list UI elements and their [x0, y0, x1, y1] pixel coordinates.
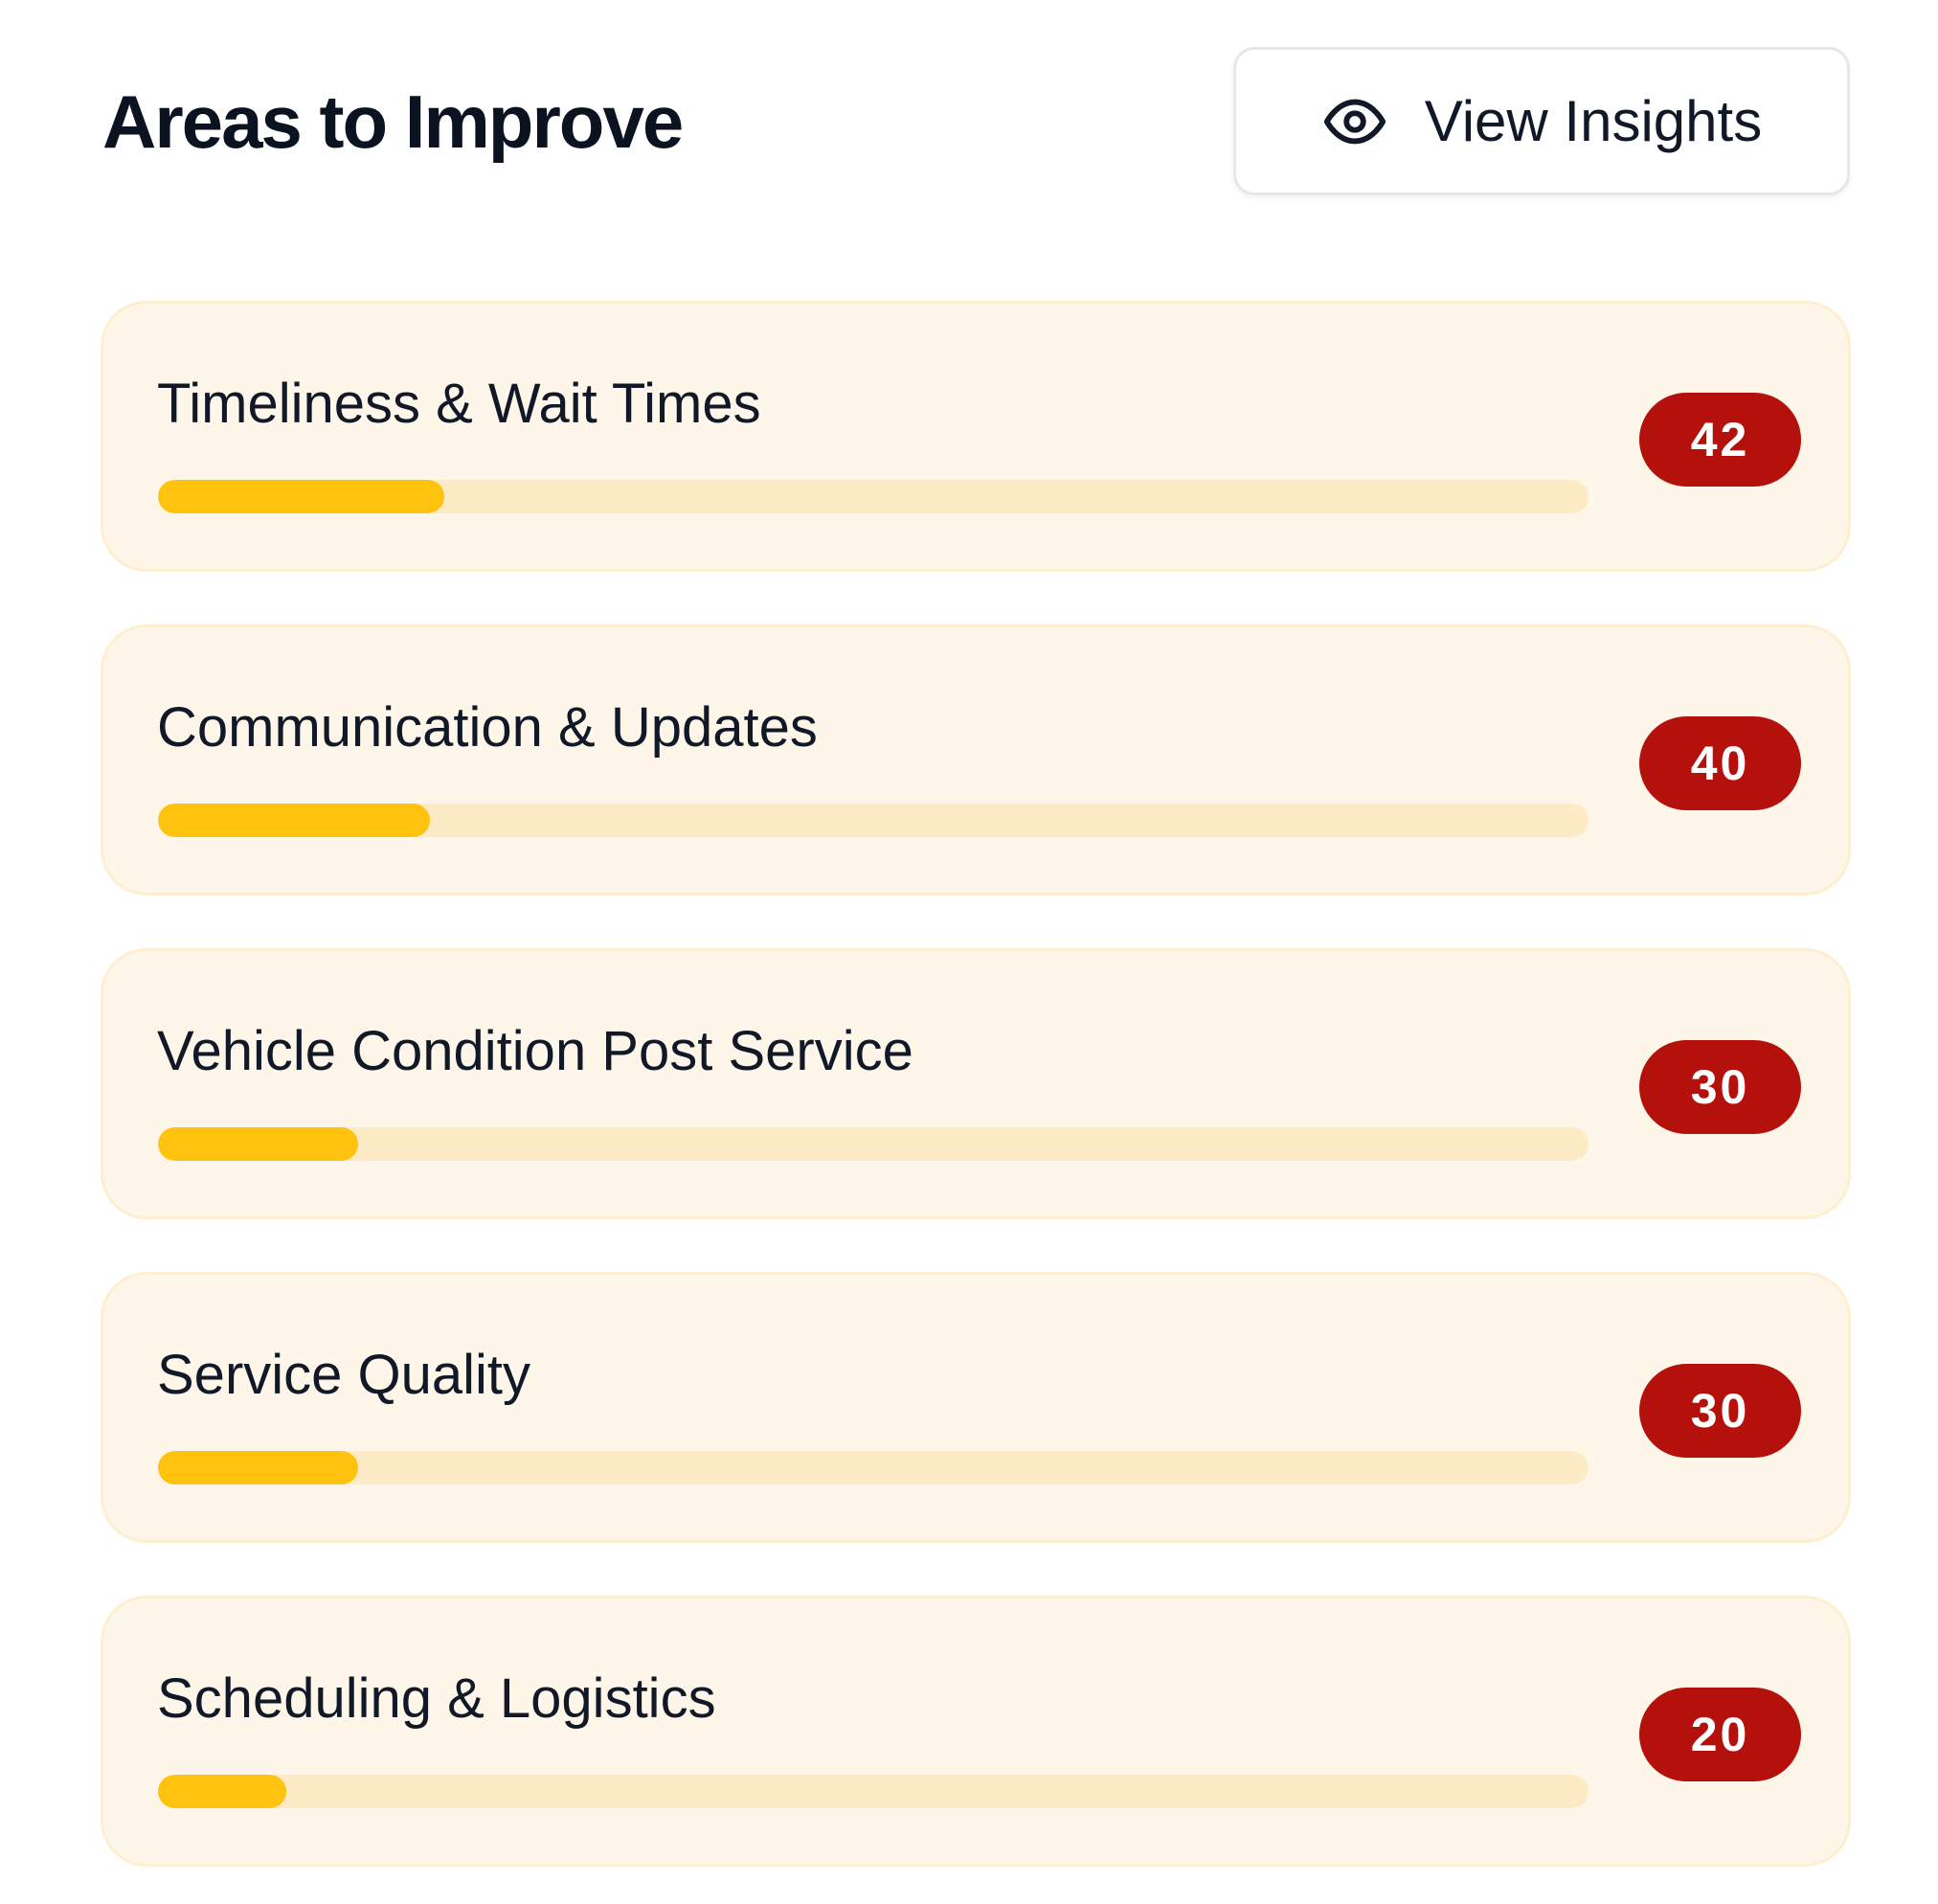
improvement-item[interactable]: Scheduling & Logistics 20: [101, 1596, 1851, 1867]
progress-track: [158, 1775, 1589, 1808]
progress-track: [158, 1127, 1589, 1161]
progress-fill: [158, 804, 430, 837]
item-label: Communication & Updates: [157, 696, 818, 759]
item-label: Vehicle Condition Post Service: [157, 1020, 913, 1082]
progress-track: [158, 1451, 1589, 1485]
count-badge: 30: [1639, 1040, 1801, 1134]
item-label: Service Quality: [157, 1344, 531, 1406]
count-badge: 40: [1639, 716, 1801, 810]
count-badge: 30: [1639, 1364, 1801, 1458]
count-badge: 42: [1639, 393, 1801, 487]
progress-fill: [158, 1775, 287, 1808]
progress-fill: [158, 1127, 359, 1161]
view-insights-button[interactable]: View Insights: [1233, 47, 1850, 195]
item-label: Timeliness & Wait Times: [157, 373, 761, 435]
progress-fill: [158, 1451, 359, 1485]
improvement-item[interactable]: Communication & Updates 40: [101, 624, 1851, 895]
eye-icon: [1321, 88, 1388, 155]
improvement-item[interactable]: Vehicle Condition Post Service 30: [101, 948, 1851, 1219]
progress-track: [158, 480, 1589, 513]
progress-track: [158, 804, 1589, 837]
areas-to-improve-panel: Areas to Improve View Insights Timelines…: [0, 0, 1938, 1904]
improvement-item[interactable]: Timeliness & Wait Times 42: [101, 301, 1851, 572]
panel-title: Areas to Improve: [102, 79, 684, 164]
progress-fill: [158, 480, 444, 513]
item-label: Scheduling & Logistics: [157, 1667, 716, 1730]
improvement-item[interactable]: Service Quality 30: [101, 1272, 1851, 1543]
view-insights-label: View Insights: [1424, 88, 1763, 153]
count-badge: 20: [1639, 1688, 1801, 1781]
